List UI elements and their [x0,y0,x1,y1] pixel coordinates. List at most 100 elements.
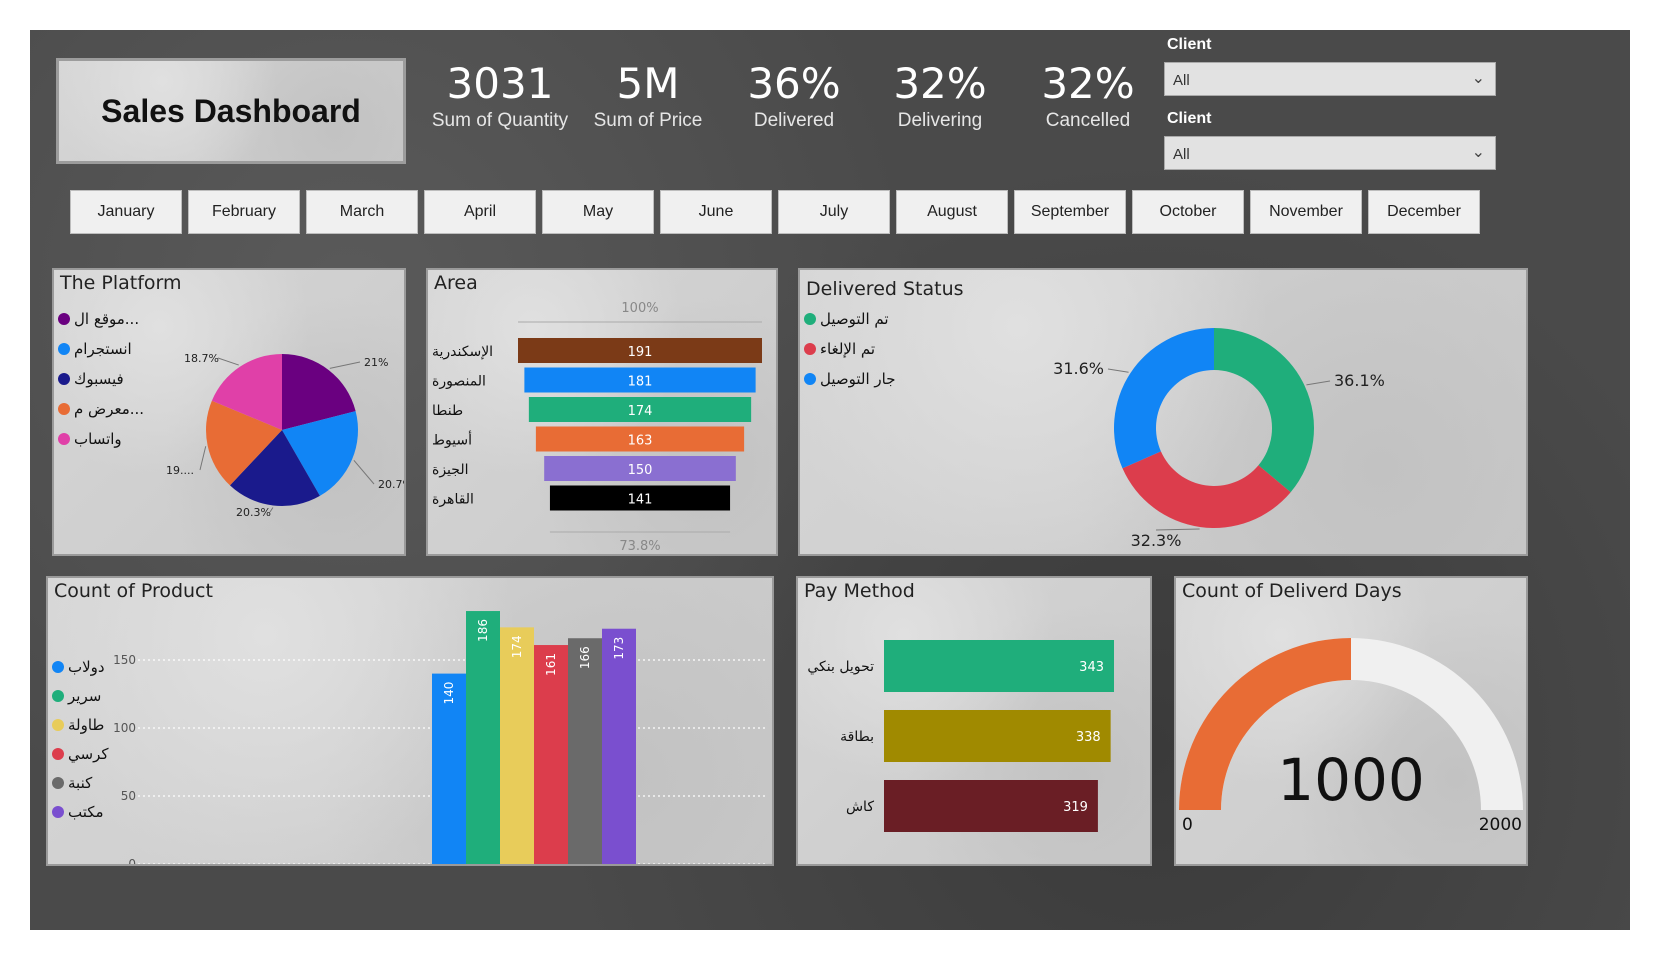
leader-line [199,446,207,471]
bar-value-label: 161 [544,653,558,676]
donut-data-label: 36.1% [1334,371,1385,390]
month-button-december[interactable]: December [1368,190,1480,234]
funnel-category-label: المنصورة [432,374,486,390]
pie-data-label: 20.7% [378,478,404,491]
funnel-category-label: الجيزة [432,462,468,478]
bar-value-label: 166 [578,646,592,669]
bar-value-label: 174 [510,635,524,658]
pie-data-label: 19.... [166,464,194,477]
bar-value-label: 319 [1063,800,1088,815]
product-bar [466,611,500,864]
client-slicer-dropdown-2[interactable]: All ⌄ [1164,136,1496,170]
client-slicer-label: Client [1167,36,1212,53]
funnel-top-label: 100% [621,301,658,316]
donut-data-label: 31.6% [1053,359,1104,378]
month-button-september[interactable]: September [1014,190,1126,234]
month-button-october[interactable]: October [1132,190,1244,234]
dashboard-canvas: Sales Dashboard 3031 Sum of Quantity 5M … [30,30,1630,930]
client-slicer-label-2: Client [1167,110,1212,127]
gauge-max-label: 2000 [1479,815,1522,835]
funnel-bottom-label: 73.8% [619,539,660,554]
gauge-panel: Count of Deliverd Days 1000 0 2000 [1174,576,1528,866]
pie-data-label: 18.7% [184,352,219,365]
delivered-donut-chart: 36.1% 32.3% 31.6% [1053,328,1385,550]
bar-value-label: 173 [612,637,626,660]
kpi-label: Sum of Price [593,110,703,131]
product-panel: Count of Product دولاب سرير طاولة كرسي ك… [46,576,774,866]
area-funnel-chart: 100% 191 الإسكندرية 181 المنصورة 174 طنطا 163 أس… [432,301,762,554]
month-button-august[interactable]: August [896,190,1008,234]
pie-data-label: 21% [364,356,388,369]
month-button-march[interactable]: March [306,190,418,234]
donut-slice [1114,328,1214,469]
kpi-delivering: 32% Delivering [860,60,1020,132]
leader-line [217,357,239,366]
gauge-min-label: 0 [1182,815,1193,835]
leader-line [353,459,375,485]
funnel-value-label: 141 [628,493,653,508]
y-tick-label: 50 [121,789,136,803]
kpi-cancelled: 32% Cancelled [1008,60,1168,132]
bar-value-label: 338 [1076,730,1101,745]
month-button-july[interactable]: July [778,190,890,234]
delivered-panel: Delivered Status تم التوصيل تم الإلغاء ج… [798,268,1528,556]
month-button-june[interactable]: June [660,190,772,234]
y-tick-label: 150 [113,653,136,667]
gauge-value-label: 1000 [1277,746,1425,814]
funnel-value-label: 191 [628,345,653,360]
client-slicer-value: All [1173,72,1190,89]
kpi-label: Sum of Quantity [431,110,569,131]
client-slicer-dropdown[interactable]: All ⌄ [1164,62,1496,96]
kpi-quantity: 3031 Sum of Quantity [420,60,580,132]
funnel-category-label: طنطا [432,403,463,419]
y-tick-label: 100 [113,721,136,735]
pay-panel: Pay Method 343 تحويل بنكي 338 بطاقة 319 كاش [796,576,1152,866]
month-button-november[interactable]: November [1250,190,1362,234]
dashboard-title-box: Sales Dashboard [56,58,406,164]
leader-line [329,361,361,369]
product-bar [500,627,534,864]
chevron-down-icon[interactable]: ⌄ [1472,142,1485,162]
platform-panel: The Platform موقع ال... انستجرام فيسبوك … [52,268,406,556]
funnel-value-label: 181 [628,375,653,390]
month-button-may[interactable]: May [542,190,654,234]
delivered-days-gauge: 1000 0 2000 [1179,638,1523,835]
bar-value-label: 140 [442,682,456,705]
month-button-january[interactable]: January [70,190,182,234]
kpi-price: 5M Sum of Price [568,60,728,132]
bar-value-label: 343 [1079,660,1104,675]
funnel-value-label: 163 [628,434,653,449]
donut-slice [1214,328,1314,493]
kpi-value: 32% [1041,59,1135,108]
kpi-delivered: 36% Delivered [714,60,874,132]
kpi-value: 36% [747,59,841,108]
month-button-february[interactable]: February [188,190,300,234]
funnel-value-label: 150 [628,463,653,478]
month-button-april[interactable]: April [424,190,536,234]
pay-category-label: بطاقة [840,729,874,745]
platform-pie-chart: 21% 20.7% 20.3% 19.... 18.7% [166,352,404,519]
bar-value-label: 186 [476,619,490,642]
funnel-category-label: الإسكندرية [432,344,493,360]
kpi-label: Delivering [897,110,983,131]
kpi-label: Delivered [753,110,835,131]
leader-line [1107,368,1129,373]
funnel-category-label: القاهرة [432,492,474,508]
donut-data-label: 32.3% [1131,531,1182,550]
funnel-category-label: أسيوط [432,431,472,449]
pie-data-label: 20.3% [236,506,271,519]
pay-category-label: تحويل بنكي [807,659,874,675]
product-bar [568,638,602,864]
kpi-label: Cancelled [1045,110,1131,131]
client-slicer-value-2: All [1173,146,1190,163]
leader-line [1155,528,1200,531]
product-bar [534,645,568,864]
chevron-down-icon[interactable]: ⌄ [1472,68,1485,88]
product-bar-chart: 150 100 50 0 140 186 174 161 166 173 [113,611,768,864]
area-panel: Area 100% 191 الإسكندرية 181 المنصورة 174 طنطا… [426,268,778,556]
pay-bar-chart: 343 تحويل بنكي 338 بطاقة 319 كاش [807,640,1114,832]
kpi-value: 5M [616,59,680,108]
leader-line [1306,380,1331,386]
dashboard-title: Sales Dashboard [101,92,361,129]
kpi-value: 3031 [446,59,554,108]
